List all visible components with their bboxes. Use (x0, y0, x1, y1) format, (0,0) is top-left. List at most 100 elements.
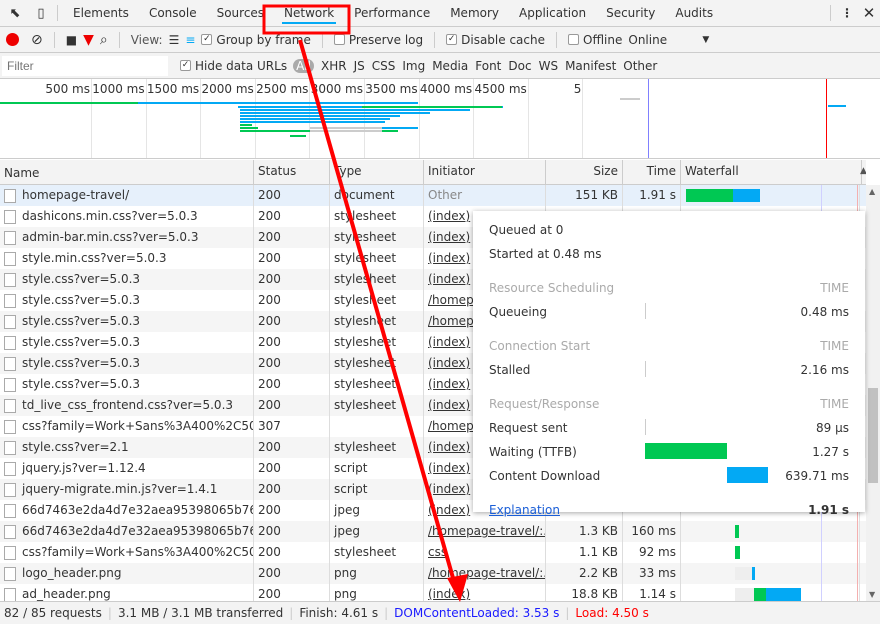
initiator-link[interactable]: /homepage-travel/:... (428, 524, 545, 538)
name-cell: style.css?ver=5.0.3 (0, 374, 254, 395)
filter-type-doc[interactable]: Doc (508, 59, 531, 73)
initiator-cell[interactable]: /homepage-travel/:... (424, 563, 546, 584)
filter-type-css[interactable]: CSS (372, 59, 396, 73)
waterfall-view-icon[interactable]: ≡ (185, 33, 195, 47)
table-row[interactable]: ad_header.png 200 png (index) 18.8 KB 1.… (0, 584, 866, 601)
preserve-log-checkbox[interactable]: Preserve log (333, 33, 423, 47)
tab-memory[interactable]: Memory (440, 0, 509, 27)
initiator-link[interactable]: /homepage-travel/:... (428, 566, 545, 580)
chevron-down-icon[interactable]: ▼ (702, 35, 709, 45)
filter-type-other[interactable]: Other (623, 59, 657, 73)
inspect-element-icon[interactable]: ⬉ (0, 6, 30, 21)
filter-type-xhr[interactable]: XHR (321, 59, 347, 73)
device-toolbar-icon[interactable]: ▯ (30, 6, 52, 21)
filter-type-ws[interactable]: WS (539, 59, 558, 73)
initiator-link[interactable]: (index) (428, 272, 470, 286)
throttle-select[interactable]: Online (628, 33, 688, 47)
name-cell: style.css?ver=5.0.3 (0, 290, 254, 311)
view-label: View: (130, 32, 163, 47)
scrollbar-thumb[interactable] (868, 388, 878, 483)
tab-security[interactable]: Security (596, 0, 665, 27)
initiator-link[interactable]: /homep (428, 419, 474, 433)
large-rows-icon[interactable]: ☰ (169, 33, 180, 47)
initiator-cell[interactable]: (index) (424, 584, 546, 601)
overview-bar (382, 127, 418, 129)
filter-type-font[interactable]: Font (475, 59, 501, 73)
offline-checkbox[interactable]: Offline (568, 33, 622, 47)
initiator-cell[interactable]: css (424, 542, 546, 563)
initiator-link[interactable]: (index) (428, 398, 470, 412)
search-icon[interactable]: ⌕ (100, 32, 108, 48)
column-header-size[interactable]: Size (546, 160, 623, 185)
close-icon[interactable]: ✕ (858, 4, 880, 22)
scroll-down-icon[interactable]: ▼ (869, 590, 875, 599)
initiator-link[interactable]: /homep (428, 293, 474, 307)
type-cell: stylesheet (330, 311, 424, 332)
status-cell: 200 (254, 542, 330, 563)
status-cell: 200 (254, 563, 330, 584)
time-cell: 1.14 s (623, 584, 681, 601)
name-cell: style.css?ver=5.0.3 (0, 269, 254, 290)
filter-type-media[interactable]: Media (432, 59, 468, 73)
explanation-link[interactable]: Explanation (489, 503, 560, 517)
initiator-link[interactable]: (index) (428, 230, 470, 244)
tab-sources[interactable]: Sources (207, 0, 274, 27)
column-header-name[interactable]: Name (0, 160, 254, 185)
filter-type-manifest[interactable]: Manifest (565, 59, 616, 73)
filter-type-js[interactable]: JS (354, 59, 365, 73)
network-overview[interactable]: 500 ms 1000 ms 1500 ms 2000 ms 2500 ms 3000 m… (0, 79, 880, 159)
initiator-link[interactable]: (index) (428, 335, 470, 349)
tick-label: 4000 ms (419, 82, 473, 96)
clear-icon[interactable]: ⊘ (31, 32, 43, 48)
tab-audits[interactable]: Audits (665, 0, 723, 27)
tab-application[interactable]: Application (509, 0, 596, 27)
group-by-frame-checkbox[interactable]: ✓ Group by frame (201, 33, 311, 47)
tab-network[interactable]: Network (274, 0, 344, 27)
initiator-link[interactable]: (index) (428, 377, 470, 391)
filter-input[interactable] (2, 55, 168, 76)
divider (556, 31, 557, 48)
initiator-link[interactable]: (index) (428, 503, 470, 517)
file-icon (4, 503, 16, 518)
filter-type-img[interactable]: Img (402, 59, 425, 73)
table-row[interactable]: css?family=Work+Sans%3A400%2C500... 200 … (0, 542, 866, 563)
scrollbar[interactable]: ▲ ▼ (866, 185, 880, 601)
initiator-link[interactable]: css (428, 545, 447, 559)
record-icon[interactable] (6, 33, 19, 46)
sort-ascending-icon[interactable]: ▲ (860, 166, 866, 176)
table-row[interactable]: logo_header.png 200 png /homepage-travel… (0, 563, 866, 584)
column-header-initiator[interactable]: Initiator (424, 160, 546, 185)
tab-elements[interactable]: Elements (63, 0, 139, 27)
filter-icon[interactable]: ▼ (83, 32, 94, 48)
hide-data-urls-checkbox[interactable]: ✓ Hide data URLs (180, 59, 287, 73)
initiator-link[interactable]: (index) (428, 482, 470, 496)
table-row[interactable]: homepage-travel/ 200 document Other 151 … (0, 185, 866, 206)
overview-bar (382, 130, 398, 132)
initiator-link[interactable]: (index) (428, 209, 470, 223)
initiator-link[interactable]: (index) (428, 356, 470, 370)
column-header-waterfall[interactable]: Waterfall (681, 160, 862, 185)
screenshot-camera-icon[interactable]: ■ (66, 33, 77, 47)
column-header-time[interactable]: Time (623, 160, 681, 185)
column-header-type[interactable]: Type (330, 160, 424, 185)
initiator-link[interactable]: (index) (428, 461, 470, 475)
initiator-link[interactable]: (index) (428, 251, 470, 265)
filter-type-all[interactable]: All (293, 58, 314, 73)
grid-line (582, 79, 584, 158)
name-cell: jquery-migrate.min.js?ver=1.4.1 (0, 479, 254, 500)
disable-cache-checkbox[interactable]: ✓ Disable cache (446, 33, 545, 47)
initiator-link[interactable]: (index) (428, 440, 470, 454)
initiator-cell[interactable]: /homepage-travel/:... (424, 521, 546, 542)
table-row[interactable]: 66d7463e2da4d7e32aea95398065b76a?s... 20… (0, 521, 866, 542)
scroll-up-icon[interactable]: ▲ (869, 187, 875, 196)
status-cell: 200 (254, 500, 330, 521)
initiator-link[interactable]: (index) (428, 587, 470, 601)
tab-console[interactable]: Console (139, 0, 207, 27)
status-bar: 82 / 85 requests | 3.1 MB / 3.1 MB transf… (0, 601, 880, 624)
finish-time: Finish: 4.61 s (299, 606, 379, 620)
file-icon (4, 188, 16, 203)
column-header-status[interactable]: Status (254, 160, 330, 185)
more-menu-icon[interactable]: ⋮ (836, 6, 858, 20)
tab-performance[interactable]: Performance (344, 0, 440, 27)
initiator-link[interactable]: /homep (428, 314, 474, 328)
